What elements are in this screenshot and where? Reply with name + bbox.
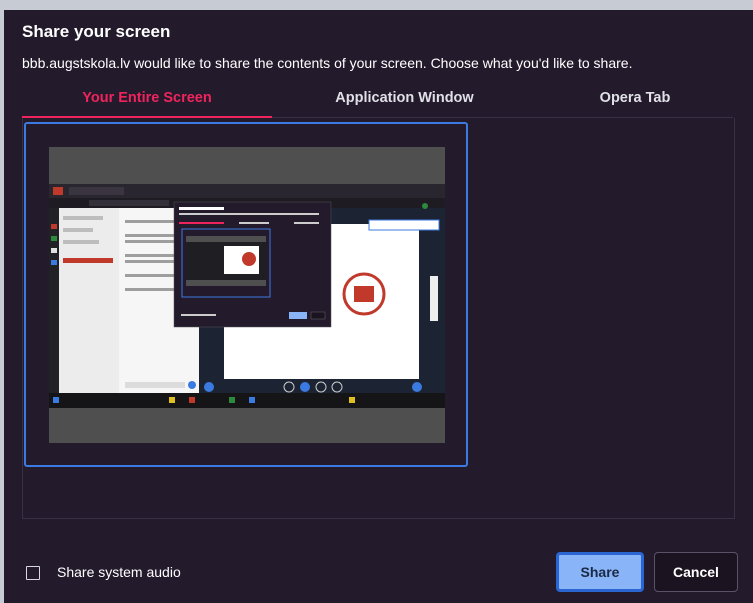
dialog-title: Share your screen (22, 22, 171, 41)
source-tabs: Your Entire Screen Application Window Op… (22, 90, 733, 118)
screen-thumbnail[interactable] (24, 122, 468, 467)
dialog-subtitle: bbb.augstskola.lv would like to share th… (22, 55, 633, 71)
share-audio-label: Share system audio (57, 564, 181, 580)
screen-preview (49, 147, 445, 443)
tab-opera-tab[interactable]: Opera Tab (537, 90, 733, 118)
tab-entire-screen[interactable]: Your Entire Screen (22, 90, 272, 118)
screen-preview-image (49, 184, 445, 408)
cancel-button[interactable]: Cancel (654, 552, 738, 592)
window-frame-top (0, 0, 753, 10)
share-audio-checkbox[interactable] (26, 566, 40, 580)
tab-application-window[interactable]: Application Window (272, 90, 537, 118)
share-button[interactable]: Share (556, 552, 644, 592)
source-list (22, 118, 735, 519)
